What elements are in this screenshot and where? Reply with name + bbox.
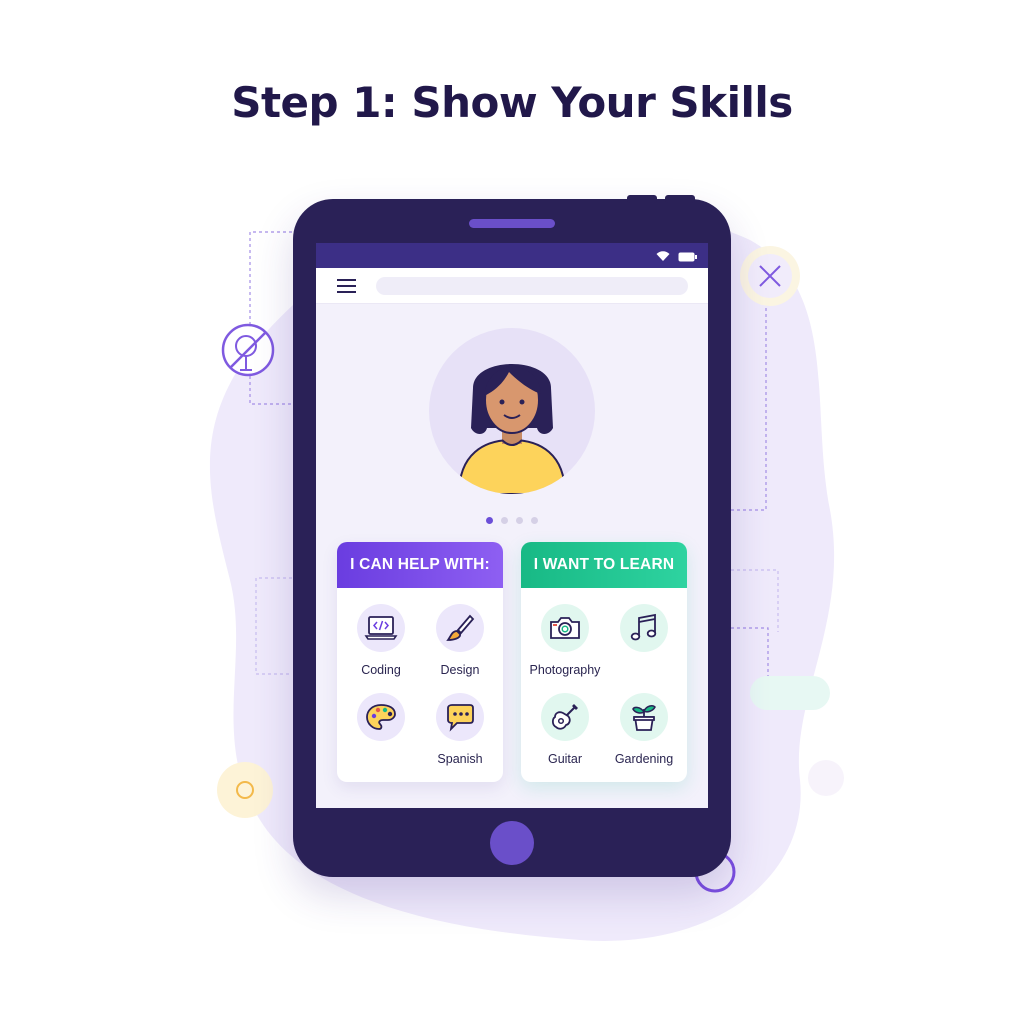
help-card: I CAN HELP WITH: Coding Design Spanish	[337, 542, 503, 782]
skill-label: Spanish	[437, 752, 483, 766]
device-speaker	[469, 219, 555, 228]
skill-label: Guitar	[547, 752, 583, 766]
nav-bar	[316, 268, 708, 304]
wifi-icon	[656, 249, 670, 267]
carousel-dot[interactable]	[486, 517, 493, 524]
page-title: Step 1: Show Your Skills	[231, 78, 793, 127]
learn-card-header: I WANT TO LEARN	[521, 542, 687, 588]
device-button	[665, 195, 695, 203]
speech-bubble-icon	[436, 693, 484, 741]
status-bar	[316, 243, 708, 268]
battery-icon	[678, 249, 698, 267]
carousel-dots	[486, 517, 538, 524]
skill-label: Gardening	[614, 752, 674, 766]
avatar	[429, 328, 595, 494]
skill-coding[interactable]: Coding	[341, 604, 421, 678]
skill-photography[interactable]: Photography	[525, 604, 605, 678]
carousel-dot[interactable]	[531, 517, 538, 524]
skill-music[interactable]	[604, 604, 684, 678]
carousel-dot[interactable]	[516, 517, 523, 524]
app-screen: I CAN HELP WITH: Coding Design Spanish I…	[316, 243, 708, 808]
carousel-dot[interactable]	[501, 517, 508, 524]
tablet-device: I CAN HELP WITH: Coding Design Spanish I…	[293, 195, 731, 877]
device-button	[627, 195, 657, 203]
skill-guitar[interactable]: Guitar	[525, 693, 605, 767]
help-card-header: I CAN HELP WITH:	[337, 542, 503, 588]
menu-icon[interactable]	[336, 278, 358, 294]
learn-card: I WANT TO LEARN Photography Guitar Garde…	[521, 542, 687, 782]
potted-plant-icon	[620, 693, 668, 741]
skill-art[interactable]	[341, 693, 421, 767]
skill-label: Photography	[529, 663, 601, 677]
skill-gardening[interactable]: Gardening	[604, 693, 684, 767]
skill-spanish[interactable]: Spanish	[420, 693, 500, 767]
paintbrush-icon	[436, 604, 484, 652]
palette-icon	[357, 693, 405, 741]
camera-icon	[541, 604, 589, 652]
laptop-code-icon	[357, 604, 405, 652]
search-input[interactable]	[376, 277, 688, 295]
skill-design[interactable]: Design	[420, 604, 500, 678]
music-note-icon	[620, 604, 668, 652]
guitar-icon	[541, 693, 589, 741]
skill-label: Coding	[361, 663, 401, 677]
skill-label: Design	[440, 663, 480, 677]
home-button[interactable]	[490, 821, 534, 865]
